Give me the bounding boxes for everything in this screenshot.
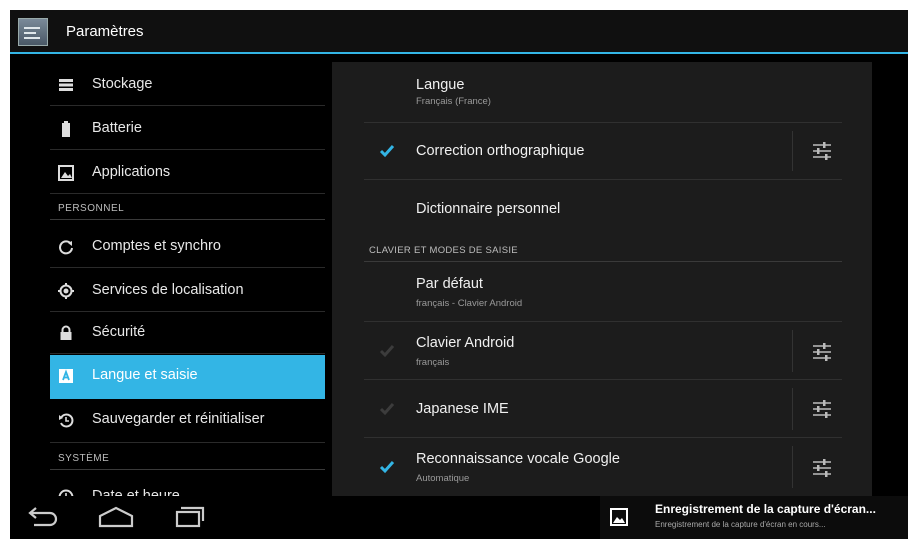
- pref-dictionnaire[interactable]: Dictionnaire personnel: [364, 180, 842, 238]
- sidebar-item-label: Services de localisation: [92, 282, 244, 298]
- sidebar-item-batterie[interactable]: Batterie: [50, 108, 325, 150]
- section-header-personnel: PERSONNEL: [50, 198, 325, 220]
- sidebar-item-label: Stockage: [92, 76, 153, 92]
- japanese-ime-checkbox[interactable]: [378, 400, 396, 418]
- settings-sliders-icon[interactable]: [811, 458, 833, 478]
- divider: [792, 131, 793, 171]
- pref-title: Reconnaissance vocale Google: [416, 451, 620, 467]
- spellcheck-checkbox[interactable]: [378, 142, 396, 160]
- pref-title: Langue: [416, 77, 465, 93]
- home-icon[interactable]: [96, 504, 136, 530]
- sidebar-item-comptes[interactable]: Comptes et synchro: [50, 226, 325, 268]
- pref-subtitle: Français (France): [416, 96, 491, 107]
- action-bar: Paramètres: [10, 10, 908, 54]
- pref-title: Par défaut: [416, 276, 483, 292]
- backup-icon: [59, 413, 74, 428]
- pref-title: Dictionnaire personnel: [416, 201, 561, 217]
- sidebar-item-sauvegarder[interactable]: Sauvegarder et réinitialiser: [50, 399, 325, 443]
- sidebar-item-label: Comptes et synchro: [92, 238, 221, 254]
- back-icon[interactable]: [24, 504, 64, 530]
- location-icon: [58, 283, 74, 299]
- lock-icon: [60, 325, 72, 340]
- divider: [792, 388, 793, 430]
- sidebar-item-label: Batterie: [92, 120, 142, 136]
- settings-sliders-icon[interactable]: [811, 399, 833, 419]
- sidebar-item-label: Sécurité: [92, 324, 146, 340]
- section-header-systeme: SYSTÈME: [50, 448, 325, 470]
- navigation-bar: Enregistrement de la capture d'écran... …: [10, 496, 908, 539]
- settings-sliders-icon[interactable]: [811, 342, 833, 362]
- pref-correction-orthographique[interactable]: Correction orthographique: [364, 123, 842, 180]
- pref-subtitle: français: [416, 357, 450, 368]
- notification-text: Enregistrement de la capture d'écran en …: [655, 520, 826, 529]
- sidebar-item-label: Sauvegarder et réinitialiser: [92, 411, 265, 427]
- sidebar-item-langue[interactable]: Langue et saisie: [50, 355, 325, 399]
- sidebar-item-applications[interactable]: Applications: [50, 152, 325, 194]
- sync-icon: [59, 240, 73, 255]
- pref-par-defaut[interactable]: Par défaut français - Clavier Android: [364, 262, 842, 322]
- battery-icon: [62, 121, 70, 137]
- app-title: Paramètres: [66, 23, 144, 40]
- apps-icon: [58, 165, 74, 181]
- pref-japanese-ime[interactable]: Japanese IME: [364, 380, 842, 438]
- voice-recognition-checkbox[interactable]: [378, 458, 396, 476]
- recent-apps-icon[interactable]: [168, 504, 208, 530]
- sidebar-item-label: Langue et saisie: [92, 367, 198, 383]
- pref-subtitle: français - Clavier Android: [416, 298, 523, 309]
- screenshot-icon: [610, 508, 628, 526]
- storage-icon: [59, 79, 73, 91]
- language-icon: [59, 369, 73, 383]
- notification-ticker[interactable]: Enregistrement de la capture d'écran... …: [600, 496, 908, 539]
- sidebar-item-stockage[interactable]: Stockage: [50, 64, 325, 106]
- language-settings-pane: Langue Français (France) Correction orth…: [332, 62, 872, 496]
- notification-title: Enregistrement de la capture d'écran...: [655, 502, 876, 516]
- divider: [792, 446, 793, 488]
- settings-categories-pane: Stockage Batterie Applications PERSONNEL…: [10, 56, 330, 496]
- sidebar-item-label: Applications: [92, 164, 171, 180]
- sidebar-item-label: Date et heure: [92, 488, 180, 496]
- android-screen: Paramètres Stockage Batterie Application…: [10, 10, 908, 539]
- pref-clavier-android[interactable]: Clavier Android français: [364, 322, 842, 380]
- divider: [792, 330, 793, 372]
- pref-reconnaissance-vocale[interactable]: Reconnaissance vocale Google Automatique: [364, 438, 842, 496]
- pref-title: Japanese IME: [416, 401, 509, 417]
- sidebar-item-date[interactable]: Date et heure: [50, 476, 325, 496]
- settings-app-icon[interactable]: [18, 18, 48, 46]
- settings-sliders-icon[interactable]: [811, 141, 833, 161]
- clock-icon: [58, 489, 74, 496]
- section-header-clavier: CLAVIER ET MODES DE SAISIE: [364, 238, 842, 262]
- pref-title: Correction orthographique: [416, 143, 585, 159]
- android-keyboard-checkbox[interactable]: [378, 342, 396, 360]
- pref-subtitle: Automatique: [416, 473, 470, 484]
- pref-langue[interactable]: Langue Français (France): [364, 62, 842, 123]
- pref-title: Clavier Android: [416, 335, 515, 351]
- sidebar-item-localisation[interactable]: Services de localisation: [50, 270, 325, 312]
- sidebar-item-securite[interactable]: Sécurité: [50, 312, 325, 354]
